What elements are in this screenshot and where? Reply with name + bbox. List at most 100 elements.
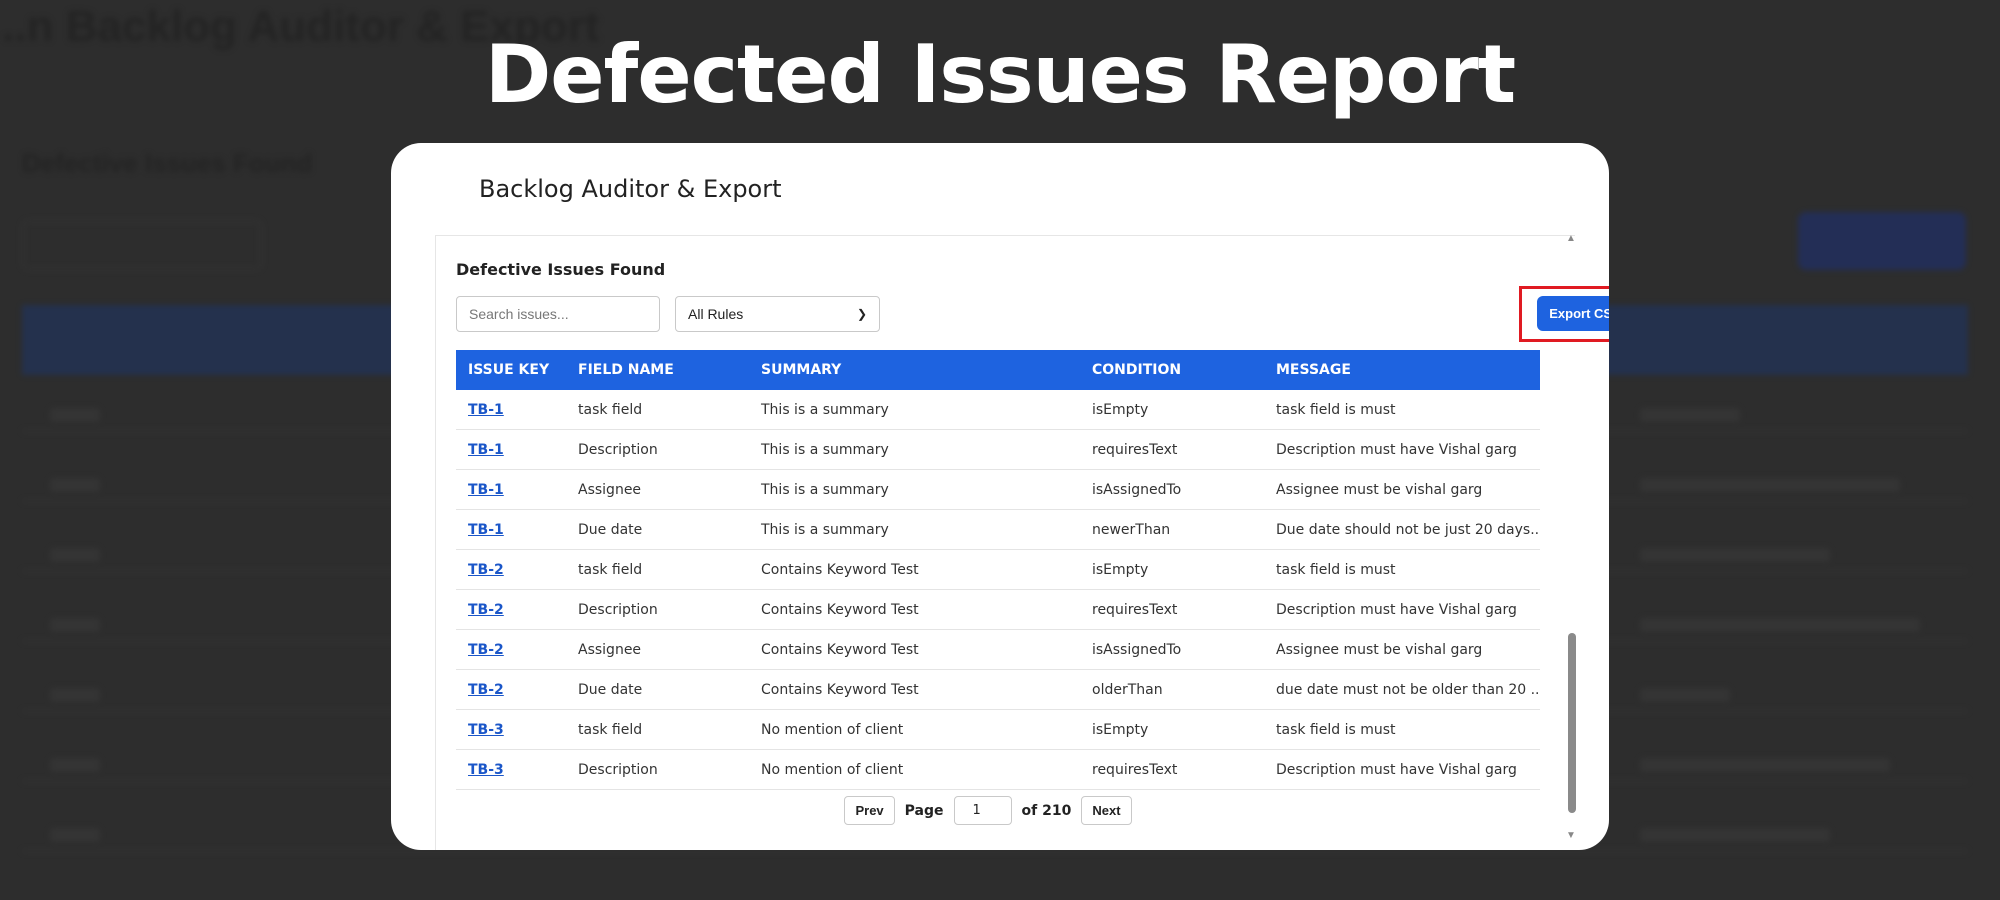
summary-cell: No mention of client: [761, 761, 904, 778]
message-cell: Description must have Vishal garg: [1276, 761, 1517, 778]
column-header-field-name[interactable]: FIELD NAME: [578, 362, 761, 378]
field-name-cell: Due date: [578, 681, 643, 698]
field-name-cell: Description: [578, 441, 658, 458]
page-number-input[interactable]: 1: [953, 796, 1012, 825]
background-cell: [50, 828, 100, 842]
issues-panel: Defective Issues Found All Rules ❯ Expor…: [435, 235, 1609, 850]
message-cell: due date must not be older than 20 ...: [1276, 681, 1540, 698]
table-row: TB-1 task field This is a summary isEmpt…: [456, 390, 1540, 430]
background-subtitle: Defective Issues Found: [22, 148, 313, 178]
message-cell: Assignee must be vishal garg: [1276, 481, 1483, 498]
background-cell: [1640, 688, 1730, 702]
background-row-divider: [22, 850, 1968, 852]
app-window: Backlog Auditor & Export Defective Issue…: [391, 143, 1609, 850]
table-row: TB-3 task field No mention of client isE…: [456, 710, 1540, 750]
summary-cell: Contains Keyword Test: [761, 561, 919, 578]
background-cell: [1640, 408, 1740, 422]
table-row: TB-2 Description Contains Keyword Test r…: [456, 590, 1540, 630]
column-header-condition[interactable]: CONDITION: [1092, 362, 1276, 378]
condition-cell: newerThan: [1092, 521, 1171, 538]
field-name-cell: task field: [578, 401, 643, 418]
search-input[interactable]: [456, 296, 660, 332]
field-name-cell: Description: [578, 601, 658, 618]
issue-key-link[interactable]: TB-1: [468, 482, 504, 498]
issue-key-link[interactable]: TB-3: [468, 762, 504, 778]
condition-cell: isEmpty: [1092, 721, 1149, 738]
table-row: TB-3 Description No mention of client re…: [456, 750, 1540, 790]
background-cell: [50, 408, 100, 422]
next-page-button[interactable]: Next: [1081, 796, 1132, 825]
summary-cell: This is a summary: [761, 481, 889, 498]
table-row: TB-1 Due date This is a summary newerTha…: [456, 510, 1540, 550]
field-name-cell: Assignee: [578, 641, 642, 658]
vertical-scrollbar[interactable]: ▲ ▼: [1565, 233, 1579, 841]
summary-cell: Contains Keyword Test: [761, 681, 919, 698]
summary-cell: Contains Keyword Test: [761, 641, 919, 658]
condition-cell: isEmpty: [1092, 401, 1149, 418]
field-name-cell: task field: [578, 721, 643, 738]
message-cell: task field is must: [1276, 721, 1396, 738]
issue-key-link[interactable]: TB-1: [468, 442, 504, 458]
condition-cell: isEmpty: [1092, 561, 1149, 578]
issue-key-link[interactable]: TB-2: [468, 642, 504, 658]
background-cell: [50, 688, 100, 702]
column-header-message[interactable]: MESSAGE: [1276, 362, 1540, 378]
rule-filter-select[interactable]: All Rules ❯: [675, 296, 880, 332]
background-button: [1798, 212, 1966, 270]
issue-key-link[interactable]: TB-1: [468, 402, 504, 418]
rule-filter-value: All Rules: [688, 306, 744, 322]
issue-key-link[interactable]: TB-1: [468, 522, 504, 538]
triangle-down-icon[interactable]: ▼: [1566, 830, 1576, 841]
summary-cell: No mention of client: [761, 721, 904, 738]
message-cell: Assignee must be vishal garg: [1276, 641, 1483, 658]
triangle-up-icon[interactable]: ▲: [1566, 233, 1576, 244]
summary-cell: Contains Keyword Test: [761, 601, 919, 618]
issue-key-link[interactable]: TB-2: [468, 682, 504, 698]
chevron-down-icon: ❯: [856, 307, 867, 321]
table-header: ISSUE KEY FIELD NAME SUMMARY CONDITION M…: [456, 350, 1540, 390]
table-row: TB-1 Description This is a summary requi…: [456, 430, 1540, 470]
condition-cell: requiresText: [1092, 761, 1178, 778]
table-row: TB-2 Due date Contains Keyword Test olde…: [456, 670, 1540, 710]
issue-key-link[interactable]: TB-2: [468, 562, 504, 578]
pagination: Prev Page 1 of 210 Next: [436, 796, 1540, 825]
total-pages-label: of 210: [1021, 802, 1072, 819]
background-cell: [1640, 548, 1830, 562]
condition-cell: isAssignedTo: [1092, 481, 1182, 498]
issue-key-link[interactable]: TB-3: [468, 722, 504, 738]
page-label: Page: [904, 802, 944, 819]
message-cell: Description must have Vishal garg: [1276, 601, 1517, 618]
field-name-cell: Description: [578, 761, 658, 778]
message-cell: task field is must: [1276, 561, 1396, 578]
condition-cell: isAssignedTo: [1092, 641, 1182, 658]
column-header-summary[interactable]: SUMMARY: [761, 362, 1092, 378]
condition-cell: requiresText: [1092, 441, 1178, 458]
summary-cell: This is a summary: [761, 521, 889, 538]
background-cell: [50, 478, 100, 492]
issue-key-link[interactable]: TB-2: [468, 602, 504, 618]
background-cell: [1640, 828, 1830, 842]
field-name-cell: task field: [578, 561, 643, 578]
background-cell: [1640, 478, 1900, 492]
scrollbar-thumb[interactable]: [1568, 633, 1576, 813]
background-cell: [1640, 618, 1920, 632]
prev-page-button[interactable]: Prev: [844, 796, 895, 825]
background-search: [22, 220, 262, 270]
summary-cell: This is a summary: [761, 441, 889, 458]
report-headline: Defected Issues Report: [484, 28, 1516, 121]
message-cell: Description must have Vishal garg: [1276, 441, 1517, 458]
background-cell: [50, 618, 100, 632]
background-cell: [1640, 758, 1890, 772]
message-cell: task field is must: [1276, 401, 1396, 418]
condition-cell: requiresText: [1092, 601, 1178, 618]
field-name-cell: Due date: [578, 521, 643, 538]
issues-table: ISSUE KEY FIELD NAME SUMMARY CONDITION M…: [456, 350, 1540, 790]
condition-cell: olderThan: [1092, 681, 1163, 698]
table-row: TB-2 Assignee Contains Keyword Test isAs…: [456, 630, 1540, 670]
field-name-cell: Assignee: [578, 481, 642, 498]
column-header-issue-key[interactable]: ISSUE KEY: [456, 362, 578, 378]
table-row: TB-1 Assignee This is a summary isAssign…: [456, 470, 1540, 510]
table-row: TB-2 task field Contains Keyword Test is…: [456, 550, 1540, 590]
panel-title: Defective Issues Found: [456, 260, 666, 279]
background-cell: [50, 758, 100, 772]
